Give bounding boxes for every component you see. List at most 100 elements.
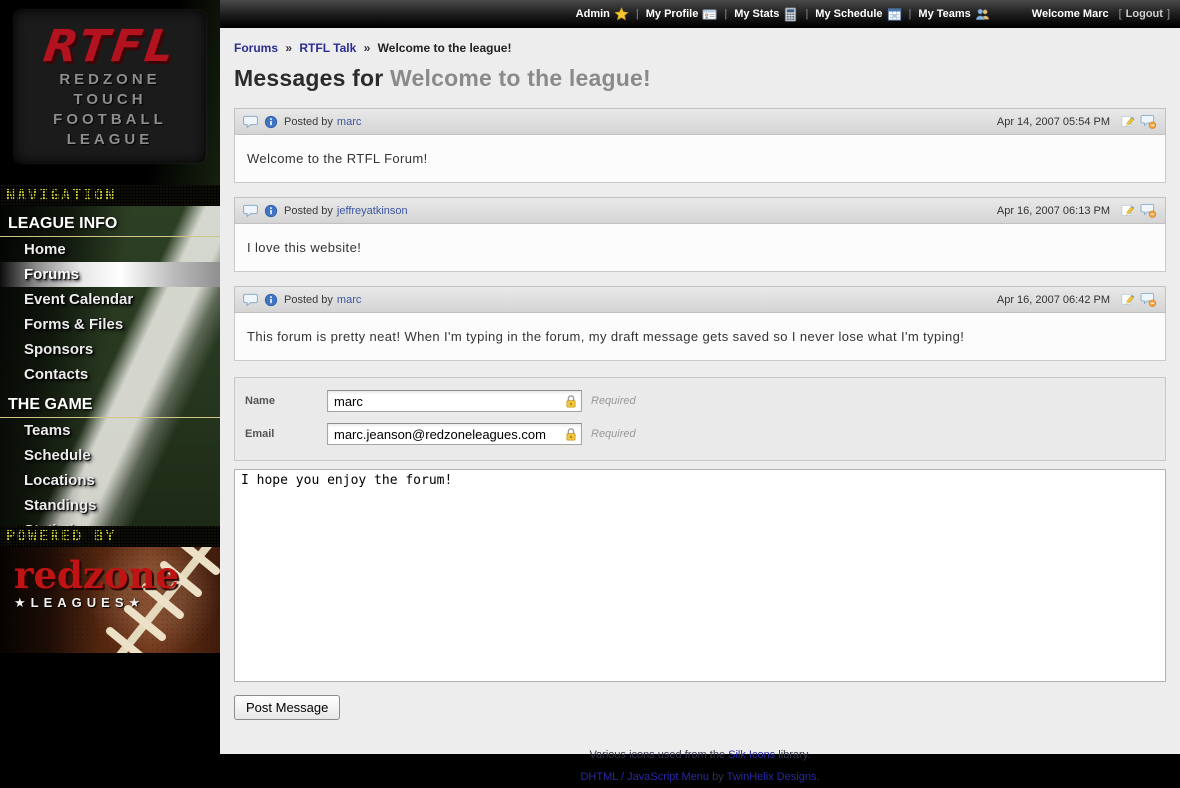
powered-by-logo-area: redzone ★LEAGUES★ <box>0 547 220 653</box>
sidebar-item-locations[interactable]: Locations <box>0 468 220 493</box>
edit-message-icon[interactable] <box>1120 203 1136 218</box>
email-field[interactable] <box>327 423 582 445</box>
message-header: Posted by jeffreyatkinson Apr 16, 2007 0… <box>234 197 1166 224</box>
page-title-topic: Welcome to the league! <box>390 65 651 91</box>
welcome-user-text: Welcome Marc <box>1032 8 1109 20</box>
message-body: This forum is pretty neat! When I'm typi… <box>234 313 1166 361</box>
required-hint: Required <box>591 423 636 445</box>
sidebar-item-sponsors[interactable]: Sponsors <box>0 337 220 362</box>
delete-message-icon[interactable] <box>1140 292 1157 307</box>
page-title-prefix: Messages for <box>234 65 390 91</box>
navigation-banner: NAVIGATION <box>0 185 220 206</box>
dhtml-menu-link[interactable]: DHTML / JavaScript Menu <box>580 771 709 783</box>
topbar-item-label: Admin <box>576 8 610 20</box>
topbar-item-label: My Profile <box>646 8 699 20</box>
topbar-item-my-teams[interactable]: My Teams <box>918 7 989 22</box>
breadcrumb-link-rtfl-talk[interactable]: RTFL Talk <box>299 41 356 55</box>
section-header-league-info: LEAGUE INFO <box>0 206 220 237</box>
edit-message-icon[interactable] <box>1120 114 1136 129</box>
redzone-logo-text: redzone <box>14 555 179 595</box>
league-logo-acronym: RTFL <box>11 24 209 70</box>
sidebar-item-contacts[interactable]: Contacts <box>0 362 220 387</box>
delete-message-icon[interactable] <box>1140 203 1157 218</box>
breadcrumb-separator: » <box>285 41 292 55</box>
sidebar-item-event-calendar[interactable]: Event Calendar <box>0 287 220 312</box>
message-header: Posted by marc Apr 14, 2007 05:54 PM <box>234 108 1166 135</box>
comment-icon <box>243 293 258 307</box>
twinhelix-link[interactable]: TwinHelix Designs <box>727 771 817 783</box>
section-header-the-game: THE GAME <box>0 387 220 418</box>
forum-message: Posted by jeffreyatkinson Apr 16, 2007 0… <box>234 197 1166 272</box>
footer-credits-menu: DHTML / JavaScript Menu by TwinHelix Des… <box>234 766 1166 788</box>
topbar-separator: | <box>724 8 727 20</box>
message-date: Apr 16, 2007 06:13 PM <box>997 205 1110 217</box>
forum-message: Posted by marc Apr 14, 2007 05:54 PM Wel… <box>234 108 1166 183</box>
main-area: Admin | My Profile | My Stats | My Sched… <box>220 0 1180 754</box>
calculator-icon <box>783 7 798 22</box>
topbar-item-label: My Schedule <box>815 8 882 20</box>
lock-icon <box>564 394 578 414</box>
message-date: Apr 14, 2007 05:54 PM <box>997 116 1110 128</box>
name-field[interactable] <box>327 390 582 412</box>
topbar-item-my-profile[interactable]: My Profile <box>646 7 718 22</box>
redzone-logo-subtext: ★LEAGUES★ <box>14 595 179 611</box>
topbar-item-my-stats[interactable]: My Stats <box>734 7 798 22</box>
sidebar-item-forms-files[interactable]: Forms & Files <box>0 312 220 337</box>
message-body: Welcome to the RTFL Forum! <box>234 135 1166 183</box>
powered-by-banner: POWERED BY <box>0 526 220 547</box>
league-logo-line: TOUCH <box>14 90 206 110</box>
author-link[interactable]: jeffreyatkinson <box>337 205 408 217</box>
sidebar-menu: LEAGUE INFO Home Forums Event Calendar F… <box>0 206 220 526</box>
topbar-separator: | <box>636 8 639 20</box>
forum-message: Posted by marc Apr 16, 2007 06:42 PM Thi… <box>234 286 1166 361</box>
sidebar-item-standings[interactable]: Standings <box>0 493 220 518</box>
top-navigation-bar: Admin | My Profile | My Stats | My Sched… <box>220 0 1180 28</box>
author-link[interactable]: marc <box>337 294 361 306</box>
sidebar-item-teams[interactable]: Teams <box>0 418 220 443</box>
comment-icon <box>243 115 258 129</box>
star-icon <box>614 7 629 22</box>
league-logo[interactable]: RTFL REDZONE TOUCH FOOTBALL LEAGUE <box>14 10 206 163</box>
breadcrumb-link-forums[interactable]: Forums <box>234 41 278 55</box>
page-title: Messages for Welcome to the league! <box>234 65 1166 92</box>
breadcrumb: Forums » RTFL Talk » Welcome to the leag… <box>234 41 1166 55</box>
info-icon <box>264 293 278 307</box>
comment-icon <box>243 204 258 218</box>
redzone-leagues-logo[interactable]: redzone ★LEAGUES★ <box>14 555 179 611</box>
league-logo-line: LEAGUE <box>14 130 206 150</box>
content-area: Forums » RTFL Talk » Welcome to the leag… <box>220 28 1180 754</box>
silk-icons-link[interactable]: Silk Icons <box>728 749 775 761</box>
logout-link[interactable]: Logout <box>1126 8 1163 20</box>
logout-bracket: [ <box>1119 8 1122 20</box>
schedule-icon <box>887 7 902 22</box>
lock-icon <box>564 427 578 447</box>
reply-form-fields: Name Required Email Required <box>234 377 1166 461</box>
vcard-icon <box>702 7 717 22</box>
post-message-button[interactable]: Post Message <box>234 695 340 720</box>
topbar-item-label: My Teams <box>918 8 970 20</box>
sidebar-item-forums[interactable]: Forums <box>0 262 220 287</box>
posted-by-label: Posted by <box>284 116 333 128</box>
topbar-item-my-schedule[interactable]: My Schedule <box>815 7 901 22</box>
league-logo-line: FOOTBALL <box>14 110 206 130</box>
edit-message-icon[interactable] <box>1120 292 1136 307</box>
breadcrumb-separator: » <box>364 41 371 55</box>
sidebar-item-schedule[interactable]: Schedule <box>0 443 220 468</box>
league-logo-line: REDZONE <box>14 70 206 90</box>
footer-credits-icons: Various icons used from the Silk Icons l… <box>234 744 1166 766</box>
posted-by-label: Posted by <box>284 294 333 306</box>
sidebar-item-home[interactable]: Home <box>0 237 220 262</box>
author-link[interactable]: marc <box>337 116 361 128</box>
email-field-row: Email Required <box>245 423 1155 445</box>
message-date: Apr 16, 2007 06:42 PM <box>997 294 1110 306</box>
message-textarea[interactable]: I hope you enjoy the forum! <box>234 469 1166 682</box>
group-icon <box>975 7 990 22</box>
topbar-separator: | <box>909 8 912 20</box>
posted-by-label: Posted by <box>284 205 333 217</box>
delete-message-icon[interactable] <box>1140 114 1157 129</box>
topbar-item-admin[interactable]: Admin <box>576 7 629 22</box>
page-footer: Various icons used from the Silk Icons l… <box>234 744 1166 788</box>
sidebar: RTFL REDZONE TOUCH FOOTBALL LEAGUE NAVIG… <box>0 0 220 754</box>
logout-bracket: ] <box>1167 8 1170 20</box>
name-label: Name <box>245 390 327 412</box>
